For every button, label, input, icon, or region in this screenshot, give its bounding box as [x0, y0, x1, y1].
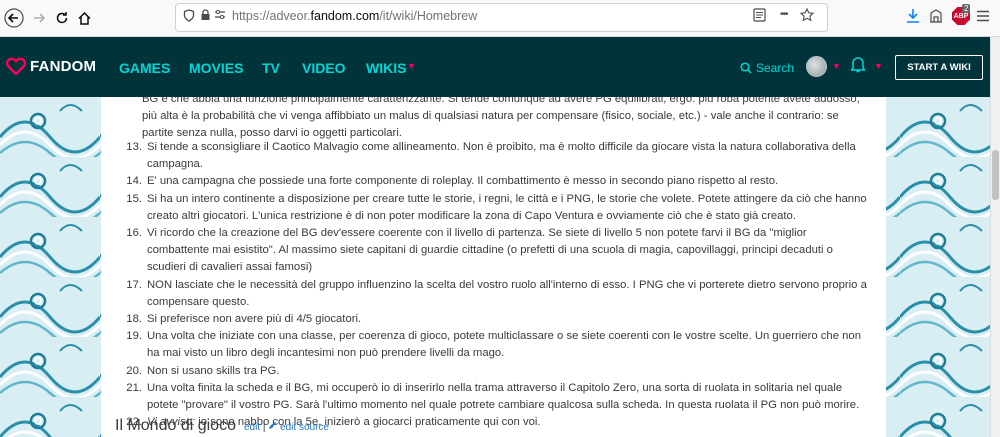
back-arrow-icon [4, 8, 24, 28]
list-item-number: 16. [126, 227, 142, 240]
list-item-text: NON lasciate che le necessità del gruppo… [147, 278, 867, 308]
nav-video[interactable]: VIDEO [302, 60, 346, 76]
menu-icon[interactable] [976, 10, 990, 25]
nav-tv[interactable]: TV [262, 60, 280, 76]
list-item: 21. Una volta finita la scheda e il BG, m… [122, 380, 867, 414]
list-item-text: Una volta finita la scheda e il BG, mi o… [147, 381, 860, 412]
bookmark-star-icon[interactable] [799, 7, 815, 25]
list-item-number: 21. [126, 381, 142, 394]
section-heading: Il Mondo di gioco edit | edit source [115, 417, 329, 435]
forward-button[interactable] [27, 6, 51, 30]
scrollbar-track[interactable] [990, 37, 1000, 437]
download-icon[interactable] [906, 8, 920, 27]
forward-arrow-icon [34, 13, 46, 23]
notifications-bell-icon[interactable] [850, 56, 866, 78]
fandom-heart-icon [6, 57, 26, 75]
library-icon[interactable] [929, 8, 943, 27]
page-actions-icon[interactable]: ••• [780, 9, 788, 20]
list-item: 19. Una volta che iniziate con una classe… [122, 328, 867, 362]
search-button[interactable]: Search [740, 61, 794, 75]
home-button[interactable] [72, 6, 96, 30]
article-content: BG e che abbia una funzione principalmen… [101, 97, 886, 437]
scrollbar-thumb[interactable] [992, 150, 999, 200]
notifications-chevron-down-icon[interactable]: ▼ [874, 61, 883, 71]
list-item-number: 19. [126, 330, 142, 343]
edit-link[interactable]: edit [244, 422, 260, 433]
fandom-global-nav: FANDOM GAMES MOVIES TV VIDEO WIKIS ▼ Sea… [0, 37, 1000, 97]
list-item-number: 15. [126, 192, 142, 205]
adblock-count-badge: 2 [962, 4, 971, 13]
reload-button[interactable] [50, 6, 74, 30]
nav-movies[interactable]: MOVIES [189, 60, 243, 76]
list-item: 18. Si preferisce non avere più di 4/5 gi… [122, 311, 867, 328]
rules-list: 13. Si tende a sconsigliare il Caotico Ma… [122, 139, 867, 431]
edit-links: edit | edit source [244, 421, 329, 433]
list-item-text: Si preferisce non avere più di 4/5 gioca… [147, 313, 362, 326]
edit-source-link[interactable]: edit source [280, 422, 329, 433]
start-a-wiki-button[interactable]: START A WIKI [895, 55, 983, 80]
list-item: 20. Non si usano skills tra PG. [122, 363, 867, 380]
home-icon [77, 11, 91, 25]
url-text[interactable]: https://adveor.fandom.com/it/wiki/Homebr… [232, 9, 477, 23]
section-title: Il Mondo di gioco [115, 417, 236, 434]
list-item-text: E' una campagna che possiede una forte c… [147, 175, 779, 188]
adblock-label: ABP [953, 12, 969, 20]
fandom-logo-text: FANDOM [30, 57, 97, 75]
browser-toolbar: https://adveor.fandom.com/it/wiki/Homebr… [0, 0, 1000, 37]
lock-icon[interactable] [200, 9, 211, 24]
nav-wikis[interactable]: WIKIS [366, 60, 406, 76]
list-item-text: Vi ricordo che la creazione del BG dev'e… [147, 227, 833, 274]
url-path: /it/wiki/Homebrew [379, 9, 478, 23]
edit-separator: | [262, 422, 266, 433]
list-item-text: Si ha un intero continente a disposizion… [147, 192, 867, 222]
list-item: 16. Vi ricordo che la creazione del BG de… [122, 225, 867, 277]
reader-view-icon[interactable] [753, 8, 766, 25]
list-item-number: 18. [126, 313, 142, 326]
search-label: Search [756, 61, 795, 75]
search-icon [740, 62, 752, 74]
list-item-text: Si tende a sconsigliare il Caotico Malva… [147, 141, 856, 171]
list-item-number: 17. [126, 278, 142, 291]
avatar-chevron-down-icon[interactable]: ▼ [832, 61, 841, 71]
fandom-logo[interactable]: FANDOM [6, 57, 96, 75]
list-item-text: Una volta che iniziate con una classe, p… [147, 330, 861, 360]
permissions-icon[interactable] [214, 9, 226, 24]
wikis-chevron-down-icon[interactable]: ▼ [407, 61, 416, 71]
reload-icon [56, 12, 68, 24]
list-item: 17. NON lasciate che le necessità del gru… [122, 277, 867, 311]
url-domain: fandom.com [310, 9, 380, 23]
shield-icon[interactable] [183, 9, 195, 25]
list-item: 14. E' una campagna che possiede una fort… [122, 173, 867, 190]
list-item: 15. Si ha un intero continente a disposiz… [122, 191, 867, 225]
rule-12-continuation: BG e che abbia una funzione principalmen… [142, 97, 860, 140]
nav-games[interactable]: GAMES [119, 60, 170, 76]
list-item-number: 14. [126, 175, 142, 188]
user-avatar[interactable] [806, 56, 827, 77]
list-item-number: 20. [126, 364, 142, 377]
list-item: 13. Si tende a sconsigliare il Caotico Ma… [122, 139, 867, 173]
pencil-icon[interactable] [268, 421, 277, 430]
back-button[interactable] [2, 6, 26, 30]
url-prefix: https://adveor. [232, 9, 311, 23]
list-item-text: Non si usano skills tra PG. [147, 364, 280, 377]
list-item-number: 13. [126, 141, 142, 153]
